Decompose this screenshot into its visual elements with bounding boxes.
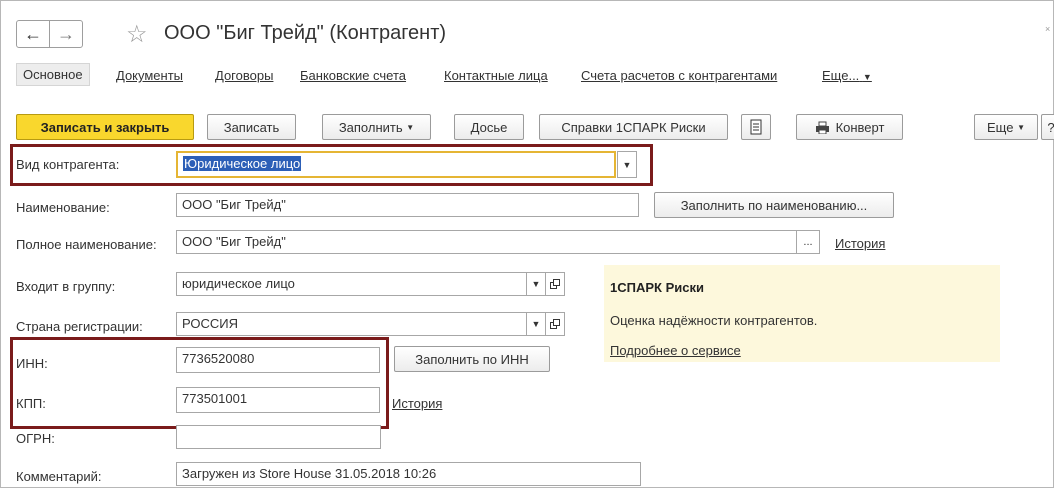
country-label: Страна регистрации: xyxy=(16,319,143,334)
dossier-button[interactable]: Досье xyxy=(454,114,524,140)
more-label: Еще xyxy=(987,119,1014,135)
kind-value: Юридическое лицо xyxy=(183,156,302,171)
fill-button[interactable]: Заполнить ▼ xyxy=(322,114,431,140)
fill-by-name-button[interactable]: Заполнить по наименованию... xyxy=(654,192,894,218)
country-field[interactable]: РОССИЯ xyxy=(176,312,527,336)
kpp-field[interactable]: 773501001 xyxy=(176,387,380,413)
group-open-button[interactable] xyxy=(545,272,565,296)
save-close-button[interactable]: Записать и закрыть xyxy=(16,114,194,140)
name-field[interactable]: ООО "Биг Трейд" xyxy=(176,193,639,217)
triangle-down-icon: ▼ xyxy=(1017,122,1025,132)
spark-more-link[interactable]: Подробнее о сервисе xyxy=(610,343,741,358)
tab-bank-accounts[interactable]: Банковские счета xyxy=(300,68,406,83)
kpp-label: КПП: xyxy=(16,396,46,411)
comment-field[interactable]: Загружен из Store House 31.05.2018 10:26 xyxy=(176,462,641,486)
help-button[interactable]: ? xyxy=(1041,114,1054,140)
envelope-label: Конверт xyxy=(835,119,885,135)
document-icon xyxy=(750,119,762,135)
kind-label: Вид контрагента: xyxy=(16,157,120,172)
spark-refs-button[interactable]: Справки 1СПАРК Риски xyxy=(539,114,728,140)
country-open-button[interactable] xyxy=(545,312,565,336)
full-name-ellipsis-button[interactable]: ... xyxy=(796,230,820,254)
group-field[interactable]: юридическое лицо xyxy=(176,272,527,296)
ogrn-label: ОГРН: xyxy=(16,431,55,446)
spark-panel: 1СПАРК Риски Оценка надёжности контраген… xyxy=(604,265,1000,362)
more-button[interactable]: Еще ▼ xyxy=(974,114,1038,140)
tab-contacts[interactable]: Контактные лица xyxy=(444,68,548,83)
fill-button-label: Заполнить xyxy=(338,119,403,135)
document-button[interactable] xyxy=(741,114,771,140)
triangle-down-icon: ▼ xyxy=(862,72,872,82)
tab-more-label: Еще... xyxy=(822,68,860,83)
tab-documents[interactable]: Документы xyxy=(116,68,183,83)
envelope-button[interactable]: Конверт xyxy=(796,114,903,140)
name-label: Наименование: xyxy=(16,200,110,215)
tab-contracts[interactable]: Договоры xyxy=(215,68,273,83)
star-icon[interactable]: ☆ xyxy=(126,20,148,49)
arrow-left-icon: ← xyxy=(24,23,42,44)
tab-main[interactable]: Основное xyxy=(16,63,90,86)
inn-field[interactable]: 7736520080 xyxy=(176,347,380,373)
arrow-right-icon: → xyxy=(57,23,75,44)
ogrn-field[interactable] xyxy=(176,425,381,449)
close-icon[interactable]: × xyxy=(1045,24,1050,34)
kpp-history-link[interactable]: История xyxy=(392,396,442,411)
printer-icon xyxy=(815,121,829,134)
chevron-down-icon: ▼ xyxy=(531,319,541,329)
spark-panel-text: Оценка надёжности контрагентов. xyxy=(610,313,818,328)
chevron-down-icon: ▼ xyxy=(622,159,632,170)
group-label: Входит в группу: xyxy=(16,279,116,294)
triangle-down-icon: ▼ xyxy=(406,122,415,132)
kind-select[interactable]: Юридическое лицо xyxy=(176,151,616,178)
tab-settlement-accounts[interactable]: Счета расчетов с контрагентами xyxy=(581,68,777,83)
open-window-icon xyxy=(550,319,560,329)
full-name-field[interactable]: ООО "Биг Трейд" xyxy=(176,230,797,254)
full-name-history-link[interactable]: История xyxy=(835,236,885,251)
chevron-down-icon: ▼ xyxy=(531,279,541,289)
full-name-label: Полное наименование: xyxy=(16,237,157,252)
tab-more[interactable]: Еще... ▼ xyxy=(822,68,872,83)
inn-label: ИНН: xyxy=(16,356,48,371)
comment-label: Комментарий: xyxy=(16,469,102,484)
spark-panel-title: 1СПАРК Риски xyxy=(610,280,704,295)
country-dropdown-button[interactable]: ▼ xyxy=(526,312,546,336)
window-title: ООО "Биг Трейд" (Контрагент) xyxy=(164,22,447,44)
fill-by-inn-button[interactable]: Заполнить по ИНН xyxy=(394,346,550,372)
open-window-icon xyxy=(550,279,560,289)
group-dropdown-button[interactable]: ▼ xyxy=(526,272,546,296)
save-button[interactable]: Записать xyxy=(207,114,296,140)
back-button[interactable]: ← xyxy=(16,20,50,48)
kind-dropdown-button[interactable]: ▼ xyxy=(617,151,637,178)
forward-button[interactable]: → xyxy=(49,20,83,48)
